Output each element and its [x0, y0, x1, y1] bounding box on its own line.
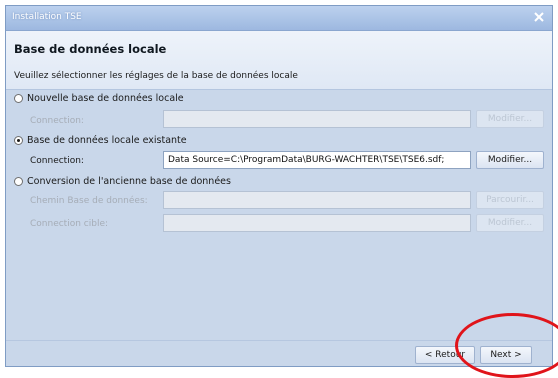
radio-existing-database[interactable]: Base de données locale existante	[14, 135, 187, 146]
target-connection-field[interactable]	[163, 214, 471, 232]
target-connection-label: Connection cible:	[30, 219, 109, 229]
browse-button[interactable]: Parcourir...	[476, 191, 544, 209]
window-title: Installation TSE	[12, 12, 82, 22]
existing-connection-label: Connection:	[30, 156, 84, 166]
radio-label: Conversion de l'ancienne base de données	[27, 176, 231, 187]
radio-label: Nouvelle base de données locale	[27, 93, 184, 104]
page-description: Veuillez sélectionner les réglages de la…	[14, 71, 298, 81]
installer-window: Installation TSE Base de données locale …	[5, 5, 553, 367]
new-connection-label: Connection:	[30, 116, 84, 126]
radio-button[interactable]	[14, 177, 23, 186]
back-button[interactable]: < Retour	[415, 346, 475, 364]
title-bar: Installation TSE	[6, 6, 552, 31]
page-title: Base de données locale	[14, 42, 167, 56]
next-button[interactable]: Next >	[480, 346, 532, 364]
close-icon[interactable]	[532, 10, 546, 24]
radio-label: Base de données locale existante	[27, 135, 187, 146]
existing-modify-button[interactable]: Modifier...	[476, 151, 544, 169]
radio-new-database[interactable]: Nouvelle base de données locale	[14, 93, 184, 104]
radio-button[interactable]	[14, 136, 23, 145]
radio-button[interactable]	[14, 94, 23, 103]
db-path-field[interactable]	[163, 191, 471, 209]
db-path-label: Chemin Base de données:	[30, 196, 148, 206]
target-modify-button[interactable]: Modifier...	[476, 214, 544, 232]
new-modify-button[interactable]: Modifier...	[476, 110, 544, 128]
new-connection-field[interactable]	[163, 110, 471, 128]
radio-convert-database[interactable]: Conversion de l'ancienne base de données	[14, 176, 231, 187]
existing-connection-field[interactable]: Data Source=C:\ProgramData\BURG-WACHTER\…	[163, 151, 471, 169]
footer-divider	[6, 340, 552, 341]
page-header: Base de données locale Veuillez sélectio…	[6, 31, 552, 90]
